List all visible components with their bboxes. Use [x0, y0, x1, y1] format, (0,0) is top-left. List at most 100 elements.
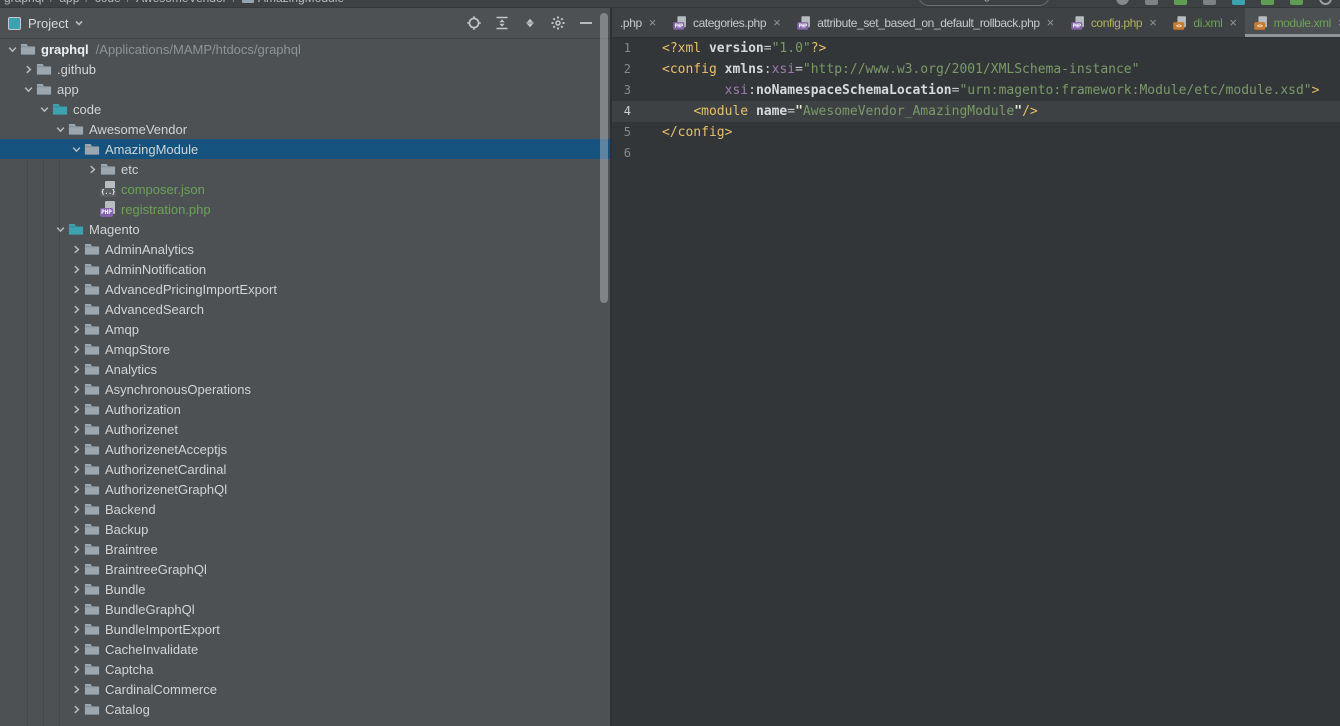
profiler-icon[interactable] — [1203, 0, 1216, 5]
tree-row[interactable]: AdminNotification — [0, 259, 610, 279]
tree-row[interactable]: AuthorizenetAcceptjs — [0, 439, 610, 459]
tree-row[interactable]: AsynchronousOperations — [0, 379, 610, 399]
run-icon[interactable] — [1116, 0, 1129, 5]
chevron-right-icon[interactable] — [68, 641, 84, 657]
vcs-commit-icon[interactable] — [1290, 0, 1303, 5]
tree-row[interactable]: Magento — [0, 219, 610, 239]
chevron-right-icon[interactable] — [68, 301, 84, 317]
tree-row[interactable]: graphql/Applications/MAMP/htdocs/graphql — [0, 39, 610, 59]
chevron-right-icon[interactable] — [68, 381, 84, 397]
chevron-right-icon[interactable] — [68, 441, 84, 457]
close-tab-icon[interactable]: × — [1149, 16, 1156, 29]
collapse-all-button[interactable] — [518, 11, 542, 35]
tree-row[interactable]: CardinalCommerce — [0, 679, 610, 699]
tree-row[interactable]: AdvancedPricingImportExport — [0, 279, 610, 299]
close-tab-icon[interactable]: × — [1047, 16, 1054, 29]
chevron-right-icon[interactable] — [68, 541, 84, 557]
chevron-down-icon[interactable] — [52, 121, 68, 137]
tree-row[interactable]: .github — [0, 59, 610, 79]
tree-row[interactable]: Authorization — [0, 399, 610, 419]
chevron-down-icon[interactable] — [20, 81, 36, 97]
chevron-down-icon[interactable] — [4, 41, 20, 57]
editor-tab-.php[interactable]: .php× — [612, 8, 664, 37]
tree-row[interactable]: AdminAnalytics — [0, 239, 610, 259]
breadcrumb-item[interactable]: app — [59, 0, 79, 5]
chevron-right-icon[interactable] — [68, 621, 84, 637]
tree-row[interactable]: BraintreeGraphQl — [0, 559, 610, 579]
tree-row[interactable]: Authorizenet — [0, 419, 610, 439]
tree-row[interactable]: AdvancedSearch — [0, 299, 610, 319]
chevron-right-icon[interactable] — [68, 421, 84, 437]
tree-row[interactable]: BundleGraphQl — [0, 599, 610, 619]
chevron-right-icon[interactable] — [68, 261, 84, 277]
chevron-right-icon[interactable] — [68, 281, 84, 297]
tree-row[interactable]: PHPregistration.php — [0, 199, 610, 219]
stop-icon[interactable] — [1232, 0, 1245, 5]
tree-row[interactable]: AuthorizenetCardinal — [0, 459, 610, 479]
chevron-down-icon[interactable] — [52, 221, 68, 237]
tree-row[interactable]: Bundle — [0, 579, 610, 599]
search-everywhere-icon[interactable] — [1319, 0, 1332, 5]
tree-row[interactable]: Captcha — [0, 659, 610, 679]
locate-opened-file-button[interactable] — [462, 11, 486, 35]
vcs-update-icon[interactable] — [1261, 0, 1274, 5]
tree-row[interactable]: app — [0, 79, 610, 99]
editor-tab-attribute-set-based-on-default-rollback.php[interactable]: PHPattribute_set_based_on_default_rollba… — [788, 8, 1062, 37]
chevron-right-icon[interactable] — [84, 161, 100, 177]
settings-gear-icon[interactable] — [546, 11, 570, 35]
chevron-right-icon[interactable] — [68, 361, 84, 377]
tree-row[interactable]: Braintree — [0, 539, 610, 559]
tree-row-selected[interactable]: AmazingModule — [0, 139, 610, 159]
tree-row[interactable]: AuthorizenetGraphQl — [0, 479, 610, 499]
chevron-right-icon[interactable] — [68, 501, 84, 517]
add-configuration-button[interactable]: Add Configuration... — [918, 0, 1050, 6]
tree-row[interactable]: code — [0, 99, 610, 119]
chevron-right-icon[interactable] — [20, 61, 36, 77]
hide-panel-button[interactable] — [574, 11, 598, 35]
chevron-right-icon[interactable] — [68, 401, 84, 417]
tree-scrollbar-thumb[interactable] — [600, 13, 608, 303]
tree-row[interactable]: {..}composer.json — [0, 179, 610, 199]
expand-collapse-button[interactable] — [490, 11, 514, 35]
chevron-right-icon[interactable] — [68, 581, 84, 597]
project-panel-title[interactable]: Project — [28, 16, 68, 31]
chevron-right-icon[interactable] — [68, 321, 84, 337]
close-tab-icon[interactable]: × — [1229, 16, 1236, 29]
chevron-right-icon[interactable] — [68, 661, 84, 677]
close-tab-icon[interactable]: × — [649, 16, 656, 29]
chevron-down-icon[interactable] — [68, 141, 84, 157]
breadcrumb-item[interactable]: AwesomeVendor — [136, 0, 227, 5]
chevron-right-icon[interactable] — [68, 341, 84, 357]
coverage-icon[interactable] — [1174, 0, 1187, 5]
tree-row[interactable]: Amqp — [0, 319, 610, 339]
tree-row[interactable]: BundleImportExport — [0, 619, 610, 639]
editor-tab-config.php[interactable]: PHPconfig.php× — [1062, 8, 1165, 37]
breadcrumb-item[interactable]: graphql — [4, 0, 44, 5]
tree-row[interactable]: Backup — [0, 519, 610, 539]
chevron-right-icon[interactable] — [68, 561, 84, 577]
chevron-right-icon[interactable] — [68, 481, 84, 497]
breadcrumb[interactable]: graphql/app/code/AwesomeVendor/AmazingMo… — [4, 0, 344, 8]
breadcrumb-item[interactable]: AmazingModule — [258, 0, 344, 5]
chevron-right-icon[interactable] — [68, 521, 84, 537]
tree-row[interactable]: Analytics — [0, 359, 610, 379]
editor-tab-categories.php[interactable]: PHPcategories.php× — [664, 8, 788, 37]
chevron-right-icon[interactable] — [68, 701, 84, 717]
chevron-down-icon[interactable] — [74, 18, 84, 28]
tree-row[interactable]: Catalog — [0, 699, 610, 719]
tree-row[interactable]: etc — [0, 159, 610, 179]
breadcrumb-item[interactable]: code — [95, 0, 121, 5]
tree-row[interactable]: CacheInvalidate — [0, 639, 610, 659]
code-editor[interactable]: 1<?xml version="1.0"?>2<config xmlns:xsi… — [612, 38, 1340, 726]
chevron-right-icon[interactable] — [68, 601, 84, 617]
chevron-right-icon[interactable] — [68, 461, 84, 477]
tree-row[interactable]: AwesomeVendor — [0, 119, 610, 139]
close-tab-icon[interactable]: × — [773, 16, 780, 29]
editor-tab-module.xml[interactable]: <>module.xml× — [1245, 8, 1340, 37]
editor-tab-di.xml[interactable]: <>di.xml× — [1164, 8, 1244, 37]
tree-row[interactable]: Backend — [0, 499, 610, 519]
tree-row[interactable]: AmqpStore — [0, 339, 610, 359]
chevron-down-icon[interactable] — [36, 101, 52, 117]
debug-icon[interactable] — [1145, 0, 1158, 5]
chevron-right-icon[interactable] — [68, 681, 84, 697]
